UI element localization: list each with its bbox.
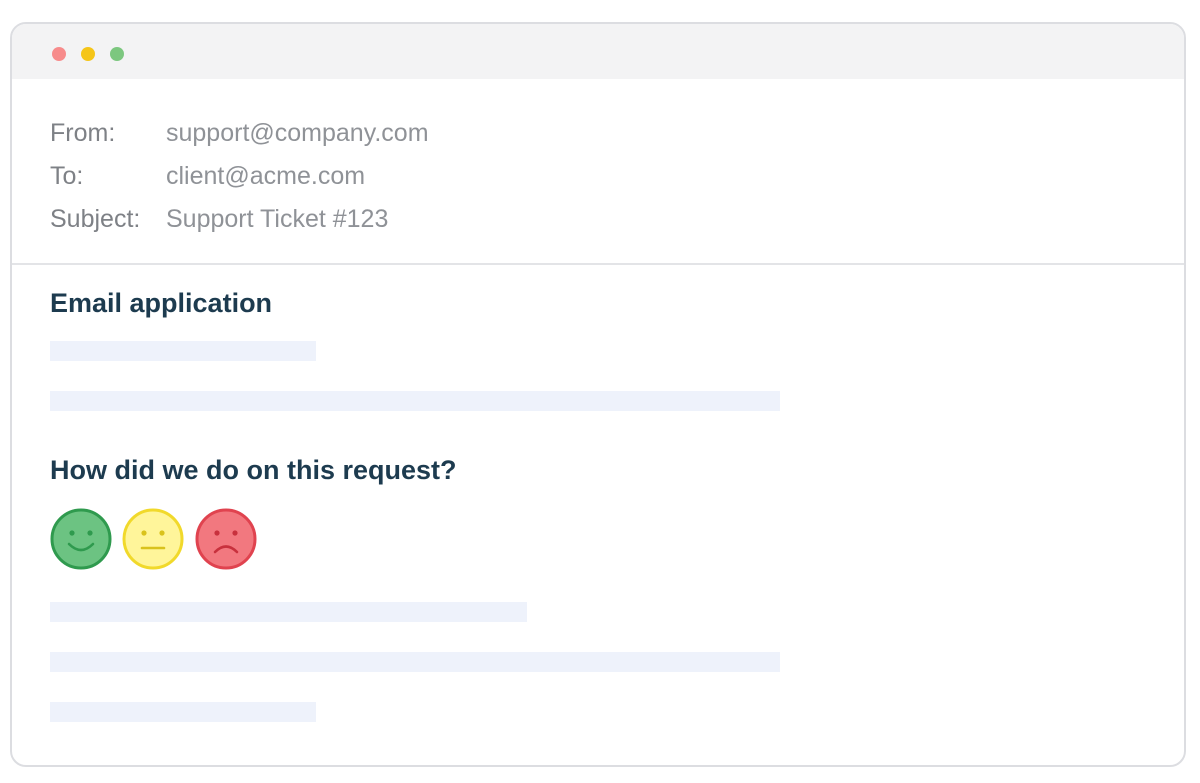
header-divider [12,263,1184,265]
subject-value: Support Ticket #123 [166,205,389,233]
email-window: From: support@company.com To: client@acm… [10,22,1186,767]
close-window-button[interactable] [52,47,66,61]
happy-face-icon[interactable] [50,508,112,570]
text-placeholder-line [50,652,780,672]
text-placeholder-line [50,602,527,622]
maximize-window-button[interactable] [110,47,124,61]
text-placeholder-line [50,702,316,722]
text-placeholder-line [50,341,316,361]
neutral-face-icon[interactable] [122,508,184,570]
rating-question: How did we do on this request? [50,455,457,485]
sad-face-icon[interactable] [195,508,257,570]
subject-label: Subject: [50,205,141,233]
email-heading: Email application [50,288,273,318]
to-label: To: [50,162,84,190]
from-label: From: [50,119,116,147]
from-value: support@company.com [166,119,429,147]
text-placeholder-line [50,391,780,411]
title-bar [12,24,1184,79]
minimize-window-button[interactable] [81,47,95,61]
to-value: client@acme.com [166,162,366,190]
